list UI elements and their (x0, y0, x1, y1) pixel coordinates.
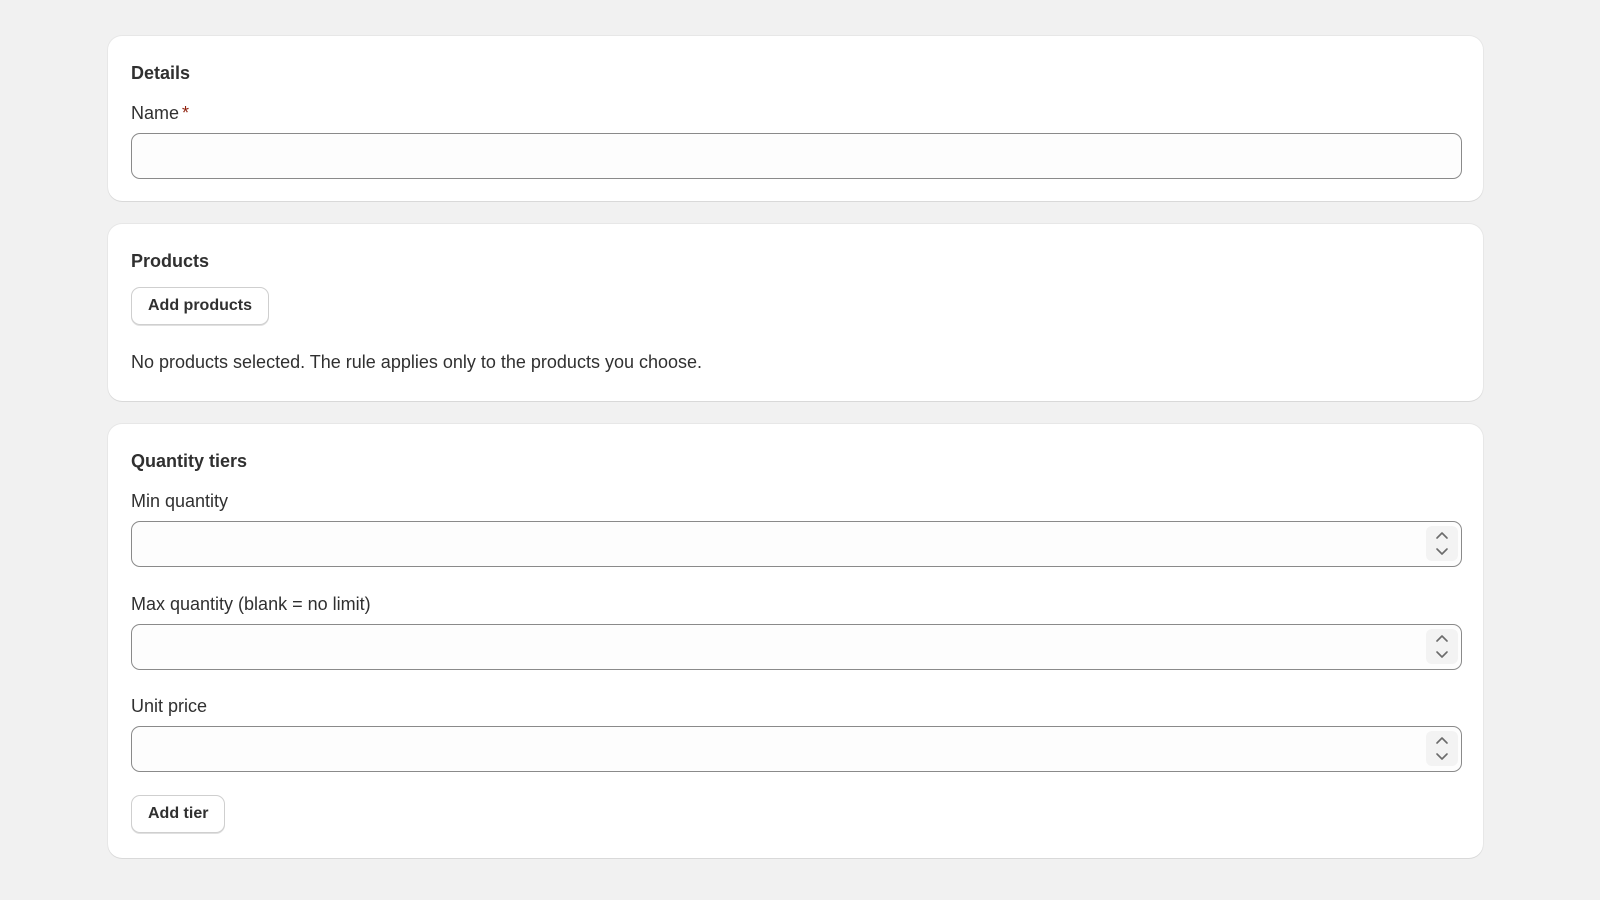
unit-price-input[interactable] (132, 727, 1461, 771)
min-quantity-label: Min quantity (131, 491, 229, 511)
required-marker: * (182, 103, 190, 123)
name-label-text: Name (131, 103, 180, 123)
name-label: Name * (131, 103, 189, 124)
name-field[interactable] (131, 133, 1462, 179)
min-quantity-input[interactable] (132, 522, 1461, 566)
quantity-tiers-card: Quantity tiers Min quantity Max quantity… (108, 424, 1483, 858)
chevron-down-icon[interactable] (1435, 751, 1449, 761)
products-card: Products Add products No products select… (108, 224, 1483, 401)
max-quantity-input[interactable] (132, 625, 1461, 669)
products-title: Products (131, 251, 210, 271)
products-empty-text: No products selected. The rule applies o… (131, 352, 703, 372)
chevron-up-icon[interactable] (1435, 634, 1449, 644)
details-card: Details Name * (108, 36, 1483, 201)
unit-price-label: Unit price (131, 696, 208, 716)
chevron-up-icon[interactable] (1435, 531, 1449, 541)
max-quantity-stepper[interactable] (1426, 629, 1458, 664)
max-quantity-field[interactable] (131, 624, 1462, 670)
max-quantity-label: Max quantity (blank = no limit) (131, 594, 371, 614)
min-quantity-stepper[interactable] (1426, 526, 1458, 561)
chevron-up-icon[interactable] (1435, 736, 1449, 746)
unit-price-field[interactable] (131, 726, 1462, 772)
name-input[interactable] (132, 134, 1461, 178)
unit-price-stepper[interactable] (1426, 731, 1458, 766)
quantity-tiers-title: Quantity tiers (131, 451, 248, 471)
add-tier-button[interactable]: Add tier (131, 795, 226, 833)
chevron-down-icon[interactable] (1435, 546, 1449, 556)
min-quantity-field[interactable] (131, 521, 1462, 567)
add-products-button[interactable]: Add products (131, 287, 269, 325)
chevron-down-icon[interactable] (1435, 649, 1449, 659)
details-title: Details (131, 63, 191, 83)
